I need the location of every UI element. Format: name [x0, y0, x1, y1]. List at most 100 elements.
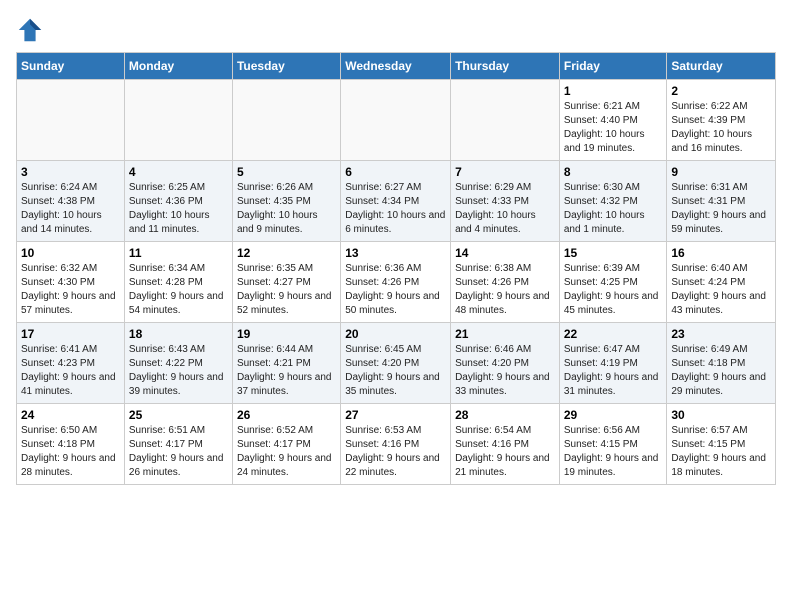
day-info: Sunrise: 6:39 AM Sunset: 4:25 PM Dayligh…: [564, 263, 659, 316]
day-info: Sunrise: 6:26 AM Sunset: 4:35 PM Dayligh…: [237, 182, 318, 235]
day-info: Sunrise: 6:35 AM Sunset: 4:27 PM Dayligh…: [237, 263, 332, 316]
day-info: Sunrise: 6:53 AM Sunset: 4:16 PM Dayligh…: [345, 425, 440, 478]
week-row-2: 3 Sunrise: 6:24 AM Sunset: 4:38 PM Daylig…: [17, 161, 776, 242]
day-info: Sunrise: 6:34 AM Sunset: 4:28 PM Dayligh…: [129, 263, 224, 316]
day-cell: 28 Sunrise: 6:54 AM Sunset: 4:16 PM Dayli…: [451, 404, 560, 485]
day-info: Sunrise: 6:43 AM Sunset: 4:22 PM Dayligh…: [129, 344, 224, 397]
day-info: Sunrise: 6:51 AM Sunset: 4:17 PM Dayligh…: [129, 425, 224, 478]
day-info: Sunrise: 6:30 AM Sunset: 4:32 PM Dayligh…: [564, 182, 645, 235]
day-cell: 12Sunrise: 6:35 AM Sunset: 4:27 PM Dayli…: [232, 242, 340, 323]
day-info: Sunrise: 6:29 AM Sunset: 4:33 PM Dayligh…: [455, 182, 536, 235]
day-cell: 7 Sunrise: 6:29 AM Sunset: 4:33 PM Daylig…: [451, 161, 560, 242]
day-info: Sunrise: 6:21 AM Sunset: 4:40 PM Dayligh…: [564, 101, 645, 154]
day-info: Sunrise: 6:31 AM Sunset: 4:31 PM Dayligh…: [671, 182, 766, 235]
page-wrapper: SundayMondayTuesdayWednesdayThursdayFrid…: [16, 16, 776, 485]
day-cell: 8 Sunrise: 6:30 AM Sunset: 4:32 PM Daylig…: [559, 161, 667, 242]
day-info: Sunrise: 6:22 AM Sunset: 4:39 PM Dayligh…: [671, 101, 752, 154]
day-number: 25: [129, 408, 228, 422]
day-info: Sunrise: 6:52 AM Sunset: 4:17 PM Dayligh…: [237, 425, 332, 478]
day-number: 23: [671, 327, 771, 341]
day-number: 29: [564, 408, 663, 422]
day-number: 4: [129, 165, 228, 179]
day-info: Sunrise: 6:32 AM Sunset: 4:30 PM Dayligh…: [21, 263, 116, 316]
day-info: Sunrise: 6:46 AM Sunset: 4:20 PM Dayligh…: [455, 344, 550, 397]
day-info: Sunrise: 6:40 AM Sunset: 4:24 PM Dayligh…: [671, 263, 766, 316]
day-info: Sunrise: 6:56 AM Sunset: 4:15 PM Dayligh…: [564, 425, 659, 478]
header: [16, 16, 776, 44]
day-number: 30: [671, 408, 771, 422]
day-number: 11: [129, 246, 228, 260]
day-info: Sunrise: 6:44 AM Sunset: 4:21 PM Dayligh…: [237, 344, 332, 397]
day-number: 24: [21, 408, 120, 422]
day-cell: 13Sunrise: 6:36 AM Sunset: 4:26 PM Dayli…: [341, 242, 451, 323]
day-cell: [451, 80, 560, 161]
weekday-header-friday: Friday: [559, 53, 667, 80]
day-number: 5: [237, 165, 336, 179]
day-number: 22: [564, 327, 663, 341]
weekday-header-row: SundayMondayTuesdayWednesdayThursdayFrid…: [17, 53, 776, 80]
logo-icon: [16, 16, 44, 44]
day-cell: 10Sunrise: 6:32 AM Sunset: 4:30 PM Dayli…: [17, 242, 125, 323]
day-cell: 27 Sunrise: 6:53 AM Sunset: 4:16 PM Dayli…: [341, 404, 451, 485]
day-number: 28: [455, 408, 555, 422]
day-info: Sunrise: 6:47 AM Sunset: 4:19 PM Dayligh…: [564, 344, 659, 397]
day-number: 15: [564, 246, 663, 260]
day-cell: 30 Sunrise: 6:57 AM Sunset: 4:15 PM Dayli…: [667, 404, 776, 485]
day-info: Sunrise: 6:54 AM Sunset: 4:16 PM Dayligh…: [455, 425, 550, 478]
day-info: Sunrise: 6:38 AM Sunset: 4:26 PM Dayligh…: [455, 263, 550, 316]
day-cell: 23 Sunrise: 6:49 AM Sunset: 4:18 PM Dayli…: [667, 323, 776, 404]
weekday-header-monday: Monday: [124, 53, 232, 80]
day-number: 7: [455, 165, 555, 179]
day-number: 3: [21, 165, 120, 179]
day-info: Sunrise: 6:49 AM Sunset: 4:18 PM Dayligh…: [671, 344, 766, 397]
day-info: Sunrise: 6:41 AM Sunset: 4:23 PM Dayligh…: [21, 344, 116, 397]
day-cell: 1 Sunrise: 6:21 AM Sunset: 4:40 PM Daylig…: [559, 80, 667, 161]
day-cell: 2Sunrise: 6:22 AM Sunset: 4:39 PM Daylig…: [667, 80, 776, 161]
day-number: 27: [345, 408, 446, 422]
day-cell: 15 Sunrise: 6:39 AM Sunset: 4:25 PM Dayli…: [559, 242, 667, 323]
weekday-header-sunday: Sunday: [17, 53, 125, 80]
day-cell: 6 Sunrise: 6:27 AM Sunset: 4:34 PM Daylig…: [341, 161, 451, 242]
day-cell: 22 Sunrise: 6:47 AM Sunset: 4:19 PM Dayli…: [559, 323, 667, 404]
weekday-header-tuesday: Tuesday: [232, 53, 340, 80]
week-row-5: 24 Sunrise: 6:50 AM Sunset: 4:18 PM Dayli…: [17, 404, 776, 485]
day-cell: 16 Sunrise: 6:40 AM Sunset: 4:24 PM Dayli…: [667, 242, 776, 323]
day-cell: 5 Sunrise: 6:26 AM Sunset: 4:35 PM Daylig…: [232, 161, 340, 242]
weekday-header-thursday: Thursday: [451, 53, 560, 80]
logo-area: [16, 16, 46, 44]
week-row-3: 10Sunrise: 6:32 AM Sunset: 4:30 PM Dayli…: [17, 242, 776, 323]
day-cell: [124, 80, 232, 161]
day-cell: 26 Sunrise: 6:52 AM Sunset: 4:17 PM Dayli…: [232, 404, 340, 485]
day-number: 21: [455, 327, 555, 341]
day-info: Sunrise: 6:27 AM Sunset: 4:34 PM Dayligh…: [345, 182, 445, 235]
day-cell: 25 Sunrise: 6:51 AM Sunset: 4:17 PM Dayli…: [124, 404, 232, 485]
week-row-1: 1 Sunrise: 6:21 AM Sunset: 4:40 PM Daylig…: [17, 80, 776, 161]
day-number: 18: [129, 327, 228, 341]
day-cell: 11 Sunrise: 6:34 AM Sunset: 4:28 PM Dayli…: [124, 242, 232, 323]
day-cell: 3 Sunrise: 6:24 AM Sunset: 4:38 PM Daylig…: [17, 161, 125, 242]
day-cell: 4 Sunrise: 6:25 AM Sunset: 4:36 PM Daylig…: [124, 161, 232, 242]
day-cell: 18 Sunrise: 6:43 AM Sunset: 4:22 PM Dayli…: [124, 323, 232, 404]
day-cell: [232, 80, 340, 161]
day-cell: 9 Sunrise: 6:31 AM Sunset: 4:31 PM Daylig…: [667, 161, 776, 242]
day-number: 9: [671, 165, 771, 179]
calendar-table: SundayMondayTuesdayWednesdayThursdayFrid…: [16, 52, 776, 485]
day-cell: 19Sunrise: 6:44 AM Sunset: 4:21 PM Dayli…: [232, 323, 340, 404]
day-info: Sunrise: 6:24 AM Sunset: 4:38 PM Dayligh…: [21, 182, 102, 235]
day-info: Sunrise: 6:45 AM Sunset: 4:20 PM Dayligh…: [345, 344, 440, 397]
day-cell: 20Sunrise: 6:45 AM Sunset: 4:20 PM Dayli…: [341, 323, 451, 404]
day-number: 13: [345, 246, 446, 260]
day-info: Sunrise: 6:57 AM Sunset: 4:15 PM Dayligh…: [671, 425, 766, 478]
day-cell: [17, 80, 125, 161]
day-number: 1: [564, 84, 663, 98]
day-number: 16: [671, 246, 771, 260]
day-number: 14: [455, 246, 555, 260]
day-number: 6: [345, 165, 446, 179]
day-info: Sunrise: 6:25 AM Sunset: 4:36 PM Dayligh…: [129, 182, 210, 235]
day-cell: 24 Sunrise: 6:50 AM Sunset: 4:18 PM Dayli…: [17, 404, 125, 485]
day-number: 8: [564, 165, 663, 179]
day-cell: 17Sunrise: 6:41 AM Sunset: 4:23 PM Dayli…: [17, 323, 125, 404]
day-cell: 21 Sunrise: 6:46 AM Sunset: 4:20 PM Dayli…: [451, 323, 560, 404]
day-number: 26: [237, 408, 336, 422]
day-info: Sunrise: 6:50 AM Sunset: 4:18 PM Dayligh…: [21, 425, 116, 478]
